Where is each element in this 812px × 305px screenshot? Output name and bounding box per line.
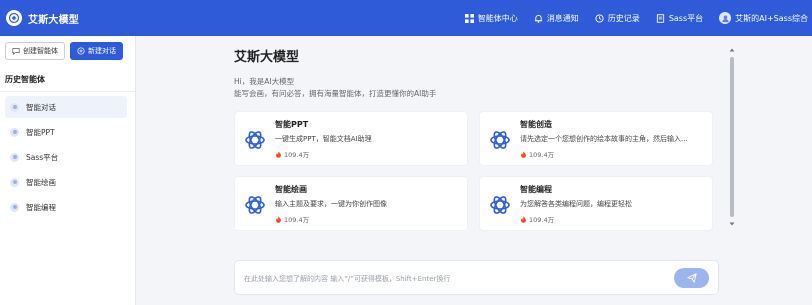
nav-label: 历史记录 xyxy=(607,13,640,23)
history-list: 智能对话 智能PPT Sass平台 智能绘画 智能编程 xyxy=(0,96,135,218)
brand-name: 艾斯大模型 xyxy=(28,14,79,26)
user-menu[interactable]: 艾斯的AI+Sass综合 xyxy=(719,12,808,24)
history-item-label: Sass平台 xyxy=(26,152,59,162)
main-content: 艾斯大模型 Hi，我是AI大模型 能写会画，有问必答，拥有海量智能体，打造更懂你… xyxy=(136,36,812,305)
agent-card-coding[interactable]: 智能编程 为您解答各类编程问题，编程更轻松 109.4万 xyxy=(479,176,713,231)
brand[interactable]: 艾斯大模型 xyxy=(6,10,79,26)
fire-icon xyxy=(520,215,527,223)
top-bar: 艾斯大模型 智能体中心 消息通知 历史记录 Sass平台 艾斯的AI+Sass综… xyxy=(0,0,812,36)
bell-icon xyxy=(534,14,543,23)
nav-notifications[interactable]: 消息通知 xyxy=(534,13,579,24)
nav-label: Sass平台 xyxy=(668,13,704,23)
create-agent-button[interactable]: 创建智能体 xyxy=(5,42,65,60)
history-item-label: 智能绘画 xyxy=(26,177,56,187)
card-description: 为您解答各类编程问题，编程更轻松 xyxy=(520,200,632,208)
history-title: 历史智能体 xyxy=(5,75,45,84)
chat-input[interactable]: 在此处输入您想了解的内容 输入“/”可获得模板，Shift+Enter换行 xyxy=(234,260,719,295)
scroll-up-arrow-icon[interactable] xyxy=(729,47,735,53)
card-title: 智能编程 xyxy=(520,185,552,194)
card-usage: 109.4万 xyxy=(275,214,309,224)
chat-input-placeholder: 在此处输入您想了解的内容 输入“/”可获得模板，Shift+Enter换行 xyxy=(244,275,451,283)
chat-bubble-icon xyxy=(12,47,20,55)
scrollbar-thumb[interactable] xyxy=(730,57,734,217)
history-item-label: 智能PPT xyxy=(26,127,55,137)
brand-logo-icon xyxy=(6,10,22,26)
agent-card-drawing[interactable]: 智能绘画 输入主题及要求，一键为你创作图像 109.4万 xyxy=(234,176,468,231)
new-chat-button[interactable]: 新建对话 xyxy=(70,42,123,60)
history-item-sass-platform[interactable]: Sass平台 xyxy=(5,146,127,168)
fire-icon xyxy=(275,215,282,223)
nav-agent-center[interactable]: 智能体中心 xyxy=(464,13,518,24)
divider xyxy=(0,91,135,92)
usage-count: 109.4万 xyxy=(284,151,310,159)
card-title: 智能创造 xyxy=(520,120,552,129)
create-agent-label: 创建智能体 xyxy=(23,47,58,55)
nav-sass-platform[interactable]: Sass平台 xyxy=(656,13,703,24)
history-item-label: 智能编程 xyxy=(26,202,56,212)
card-title: 智能PPT xyxy=(275,120,309,129)
app-window: 艾斯大模型 智能体中心 消息通知 历史记录 Sass平台 艾斯的AI+Sass综… xyxy=(0,0,812,305)
usage-count: 109.4万 xyxy=(529,216,555,224)
history-item-smart-drawing[interactable]: 智能绘画 xyxy=(5,171,127,193)
openai-logo-icon xyxy=(488,193,512,217)
intro-description: 能写会画，有问必答，拥有海量智能体，打造更懂你的AI助手 xyxy=(234,89,437,98)
openai-logo-icon xyxy=(488,128,512,152)
agent-dot-icon xyxy=(10,152,19,162)
fire-icon xyxy=(520,150,527,158)
page-title: 艾斯大模型 xyxy=(234,50,300,65)
agent-dot-icon xyxy=(10,202,19,212)
send-button[interactable] xyxy=(674,268,709,288)
card-description: 一键生成PPT，智能文档AI助理 xyxy=(275,135,372,143)
fire-icon xyxy=(275,150,282,158)
history-item-label: 智能对话 xyxy=(26,102,56,112)
agent-card-creation[interactable]: 智能创造 请先选定一个您想创作的绘本故事的主角，然后输入... 109.4万 xyxy=(479,111,713,166)
plus-circle-icon xyxy=(77,47,85,55)
card-usage: 109.4万 xyxy=(275,149,309,159)
agent-dot-icon xyxy=(10,102,19,112)
agent-dot-icon xyxy=(10,127,19,137)
card-description: 请先选定一个您想创作的绘本故事的主角，然后输入... xyxy=(520,135,688,143)
history-item-smart-coding[interactable]: 智能编程 xyxy=(5,196,127,218)
card-title: 智能绘画 xyxy=(275,185,307,194)
grid-icon xyxy=(464,13,474,23)
document-icon xyxy=(656,13,665,23)
intro-greeting: Hi，我是AI大模型 xyxy=(234,77,295,86)
card-usage: 109.4万 xyxy=(520,214,554,224)
top-nav: 智能体中心 消息通知 历史记录 Sass平台 艾斯的AI+Sass综合 xyxy=(464,0,808,36)
agent-dot-icon xyxy=(10,177,19,187)
card-usage: 109.4万 xyxy=(520,149,554,159)
openai-logo-icon xyxy=(243,193,267,217)
new-chat-label: 新建对话 xyxy=(88,47,116,55)
sidebar: 创建智能体 新建对话 历史智能体 智能对话 智能PPT Sass平台 智能绘画 … xyxy=(0,36,136,305)
scroll-down-arrow-icon[interactable] xyxy=(729,221,735,227)
nav-history[interactable]: 历史记录 xyxy=(595,13,640,24)
user-name: 艾斯的AI+Sass综合 xyxy=(735,13,808,23)
sidebar-actions: 创建智能体 新建对话 xyxy=(0,36,135,60)
history-item-smart-chat[interactable]: 智能对话 xyxy=(5,96,127,118)
history-item-smart-ppt[interactable]: 智能PPT xyxy=(5,121,127,143)
agent-card-ppt[interactable]: 智能PPT 一键生成PPT，智能文档AI助理 109.4万 xyxy=(234,111,468,166)
nav-label: 智能体中心 xyxy=(477,13,518,23)
usage-count: 109.4万 xyxy=(529,151,555,159)
usage-count: 109.4万 xyxy=(284,216,310,224)
avatar xyxy=(719,12,732,24)
clock-icon xyxy=(595,13,604,23)
intro-text: Hi，我是AI大模型 能写会画，有问必答，拥有海量智能体，打造更懂你的AI助手 xyxy=(234,76,436,100)
card-description: 输入主题及要求，一键为你创作图像 xyxy=(275,200,387,208)
openai-logo-icon xyxy=(243,128,267,152)
send-icon xyxy=(686,273,697,283)
nav-label: 消息通知 xyxy=(546,13,579,23)
scrollbar[interactable] xyxy=(729,47,735,229)
